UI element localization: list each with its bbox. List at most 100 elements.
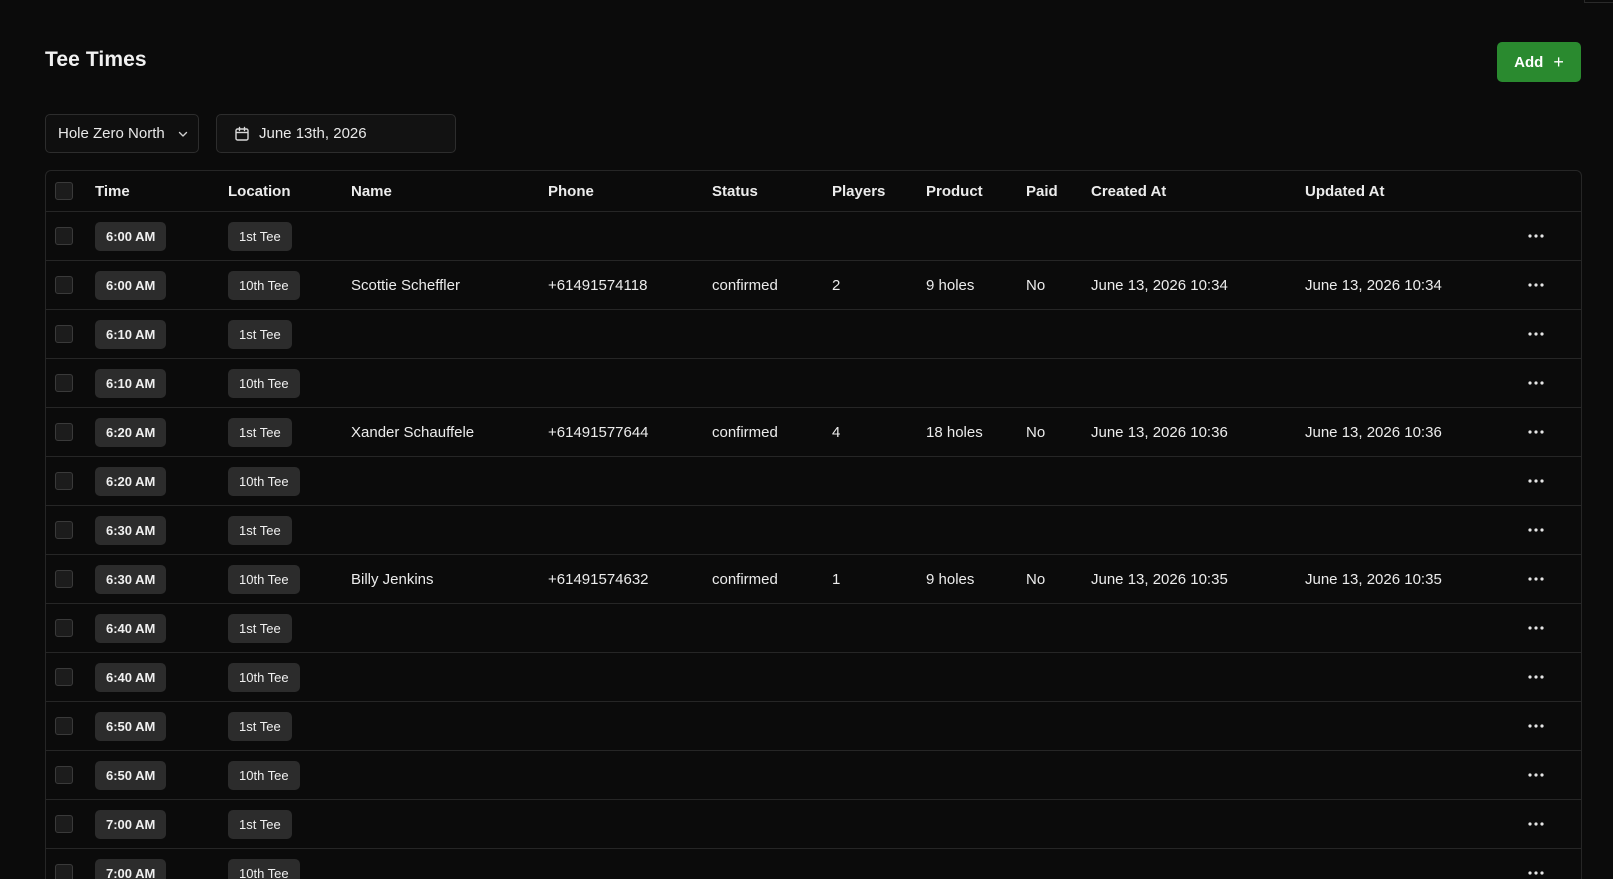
row-checkbox[interactable] bbox=[55, 717, 73, 735]
row-checkbox[interactable] bbox=[55, 619, 73, 637]
time-badge: 6:10 AM bbox=[95, 319, 167, 349]
time-cell: 6:40 AM bbox=[95, 604, 167, 652]
created-at-cell: June 13, 2026 10:35 bbox=[1091, 570, 1228, 588]
updated-at-cell: June 13, 2026 10:34 bbox=[1305, 276, 1442, 294]
row-checkbox[interactable] bbox=[55, 766, 73, 784]
time-cell: 6:50 AM bbox=[95, 702, 167, 750]
more-horizontal-icon[interactable] bbox=[1521, 858, 1551, 879]
more-horizontal-icon[interactable] bbox=[1521, 466, 1551, 496]
more-horizontal-icon[interactable] bbox=[1521, 760, 1551, 790]
table-row[interactable]: 6:30 AM 10th Tee Billy Jenkins +61491574632… bbox=[46, 555, 1581, 604]
more-horizontal-icon[interactable] bbox=[1521, 564, 1551, 594]
time-badge: 6:30 AM bbox=[95, 564, 167, 594]
time-badge: 7:00 AM bbox=[95, 858, 167, 879]
players-cell: 2 bbox=[832, 276, 841, 294]
select-all-checkbox[interactable] bbox=[55, 182, 73, 200]
column-header-paid: Paid bbox=[1026, 182, 1058, 200]
table-row[interactable]: 6:00 AM 10th Tee Scottie Scheffler +6149157… bbox=[46, 261, 1581, 310]
row-checkbox[interactable] bbox=[55, 864, 73, 879]
column-header-name: Name bbox=[351, 182, 392, 200]
more-horizontal-icon[interactable] bbox=[1521, 515, 1551, 545]
tee-times-page: Tee Times Add + Hole Zero North June 13t… bbox=[0, 0, 1613, 879]
time-cell: 6:10 AM bbox=[95, 310, 167, 358]
location-cell: 1st Tee bbox=[228, 604, 292, 652]
time-cell: 6:50 AM bbox=[95, 751, 167, 799]
table-row[interactable]: 6:50 AM 1st Tee bbox=[46, 702, 1581, 751]
calendar-icon bbox=[234, 126, 250, 142]
created-at-cell: June 13, 2026 10:34 bbox=[1091, 276, 1228, 294]
row-checkbox[interactable] bbox=[55, 374, 73, 392]
table-row[interactable]: 6:20 AM 1st Tee Xander Schauffele +61491577… bbox=[46, 408, 1581, 457]
table-row[interactable]: 7:00 AM 1st Tee bbox=[46, 800, 1581, 849]
phone-cell: +61491577644 bbox=[548, 423, 649, 441]
row-checkbox-cell bbox=[55, 261, 73, 309]
row-checkbox[interactable] bbox=[55, 815, 73, 833]
location-cell: 1st Tee bbox=[228, 212, 292, 260]
location-cell: 10th Tee bbox=[228, 555, 300, 603]
time-badge: 6:30 AM bbox=[95, 515, 167, 545]
location-badge: 10th Tee bbox=[228, 858, 300, 879]
more-horizontal-icon[interactable] bbox=[1521, 711, 1551, 741]
more-horizontal-icon[interactable] bbox=[1521, 417, 1551, 447]
location-badge: 1st Tee bbox=[228, 515, 292, 545]
course-select[interactable]: Hole Zero North bbox=[45, 114, 199, 153]
row-checkbox-cell bbox=[55, 555, 73, 603]
time-cell: 7:00 AM bbox=[95, 849, 167, 879]
column-header-product: Product bbox=[926, 182, 983, 200]
time-badge: 6:40 AM bbox=[95, 662, 167, 692]
more-horizontal-icon[interactable] bbox=[1521, 221, 1551, 251]
more-horizontal-icon[interactable] bbox=[1521, 809, 1551, 839]
time-badge: 6:10 AM bbox=[95, 368, 167, 398]
time-cell: 6:00 AM bbox=[95, 261, 167, 309]
column-header-updated-at: Updated At bbox=[1305, 182, 1385, 200]
add-tee-time-button[interactable]: Add + bbox=[1497, 42, 1581, 82]
page-title: Tee Times bbox=[45, 48, 147, 71]
row-actions-cell bbox=[1521, 212, 1551, 260]
row-checkbox-cell bbox=[55, 310, 73, 358]
more-horizontal-icon[interactable] bbox=[1521, 662, 1551, 692]
phone-cell: +61491574118 bbox=[548, 276, 648, 294]
row-checkbox[interactable] bbox=[55, 423, 73, 441]
location-badge: 10th Tee bbox=[228, 662, 300, 692]
time-badge: 6:40 AM bbox=[95, 613, 167, 643]
header-checkbox-cell bbox=[55, 171, 73, 211]
row-checkbox[interactable] bbox=[55, 521, 73, 539]
table-row[interactable]: 6:40 AM 10th Tee bbox=[46, 653, 1581, 702]
time-cell: 6:10 AM bbox=[95, 359, 167, 407]
status-cell: confirmed bbox=[712, 276, 778, 294]
row-actions-cell bbox=[1521, 408, 1551, 456]
table-row[interactable]: 6:10 AM 10th Tee bbox=[46, 359, 1581, 408]
row-checkbox[interactable] bbox=[55, 668, 73, 686]
product-cell: 9 holes bbox=[926, 570, 975, 588]
table-row[interactable]: 6:50 AM 10th Tee bbox=[46, 751, 1581, 800]
date-picker[interactable]: June 13th, 2026 bbox=[216, 114, 456, 153]
table-row[interactable]: 6:30 AM 1st Tee bbox=[46, 506, 1581, 555]
row-checkbox-cell bbox=[55, 506, 73, 554]
row-checkbox[interactable] bbox=[55, 570, 73, 588]
location-badge: 1st Tee bbox=[228, 613, 292, 643]
location-badge: 10th Tee bbox=[228, 368, 300, 398]
phone-cell: +61491574632 bbox=[548, 570, 649, 588]
column-header-status: Status bbox=[712, 182, 758, 200]
table-row[interactable]: 6:00 AM 1st Tee bbox=[46, 212, 1581, 261]
time-cell: 6:20 AM bbox=[95, 457, 167, 505]
more-horizontal-icon[interactable] bbox=[1521, 319, 1551, 349]
more-horizontal-icon[interactable] bbox=[1521, 613, 1551, 643]
row-checkbox[interactable] bbox=[55, 325, 73, 343]
time-badge: 6:50 AM bbox=[95, 711, 167, 741]
more-horizontal-icon[interactable] bbox=[1521, 368, 1551, 398]
table-row[interactable]: 6:10 AM 1st Tee bbox=[46, 310, 1581, 359]
row-checkbox[interactable] bbox=[55, 276, 73, 294]
table-header-row: Time Location Name Phone Status Players … bbox=[46, 171, 1581, 212]
row-checkbox[interactable] bbox=[55, 227, 73, 245]
row-checkbox-cell bbox=[55, 653, 73, 701]
row-checkbox[interactable] bbox=[55, 472, 73, 490]
table-row[interactable]: 7:00 AM 10th Tee bbox=[46, 849, 1581, 879]
table-row[interactable]: 6:20 AM 10th Tee bbox=[46, 457, 1581, 506]
location-badge: 1st Tee bbox=[228, 809, 292, 839]
location-cell: 10th Tee bbox=[228, 359, 300, 407]
location-cell: 10th Tee bbox=[228, 261, 300, 309]
table-row[interactable]: 6:40 AM 1st Tee bbox=[46, 604, 1581, 653]
location-badge: 10th Tee bbox=[228, 466, 300, 496]
more-horizontal-icon[interactable] bbox=[1521, 270, 1551, 300]
